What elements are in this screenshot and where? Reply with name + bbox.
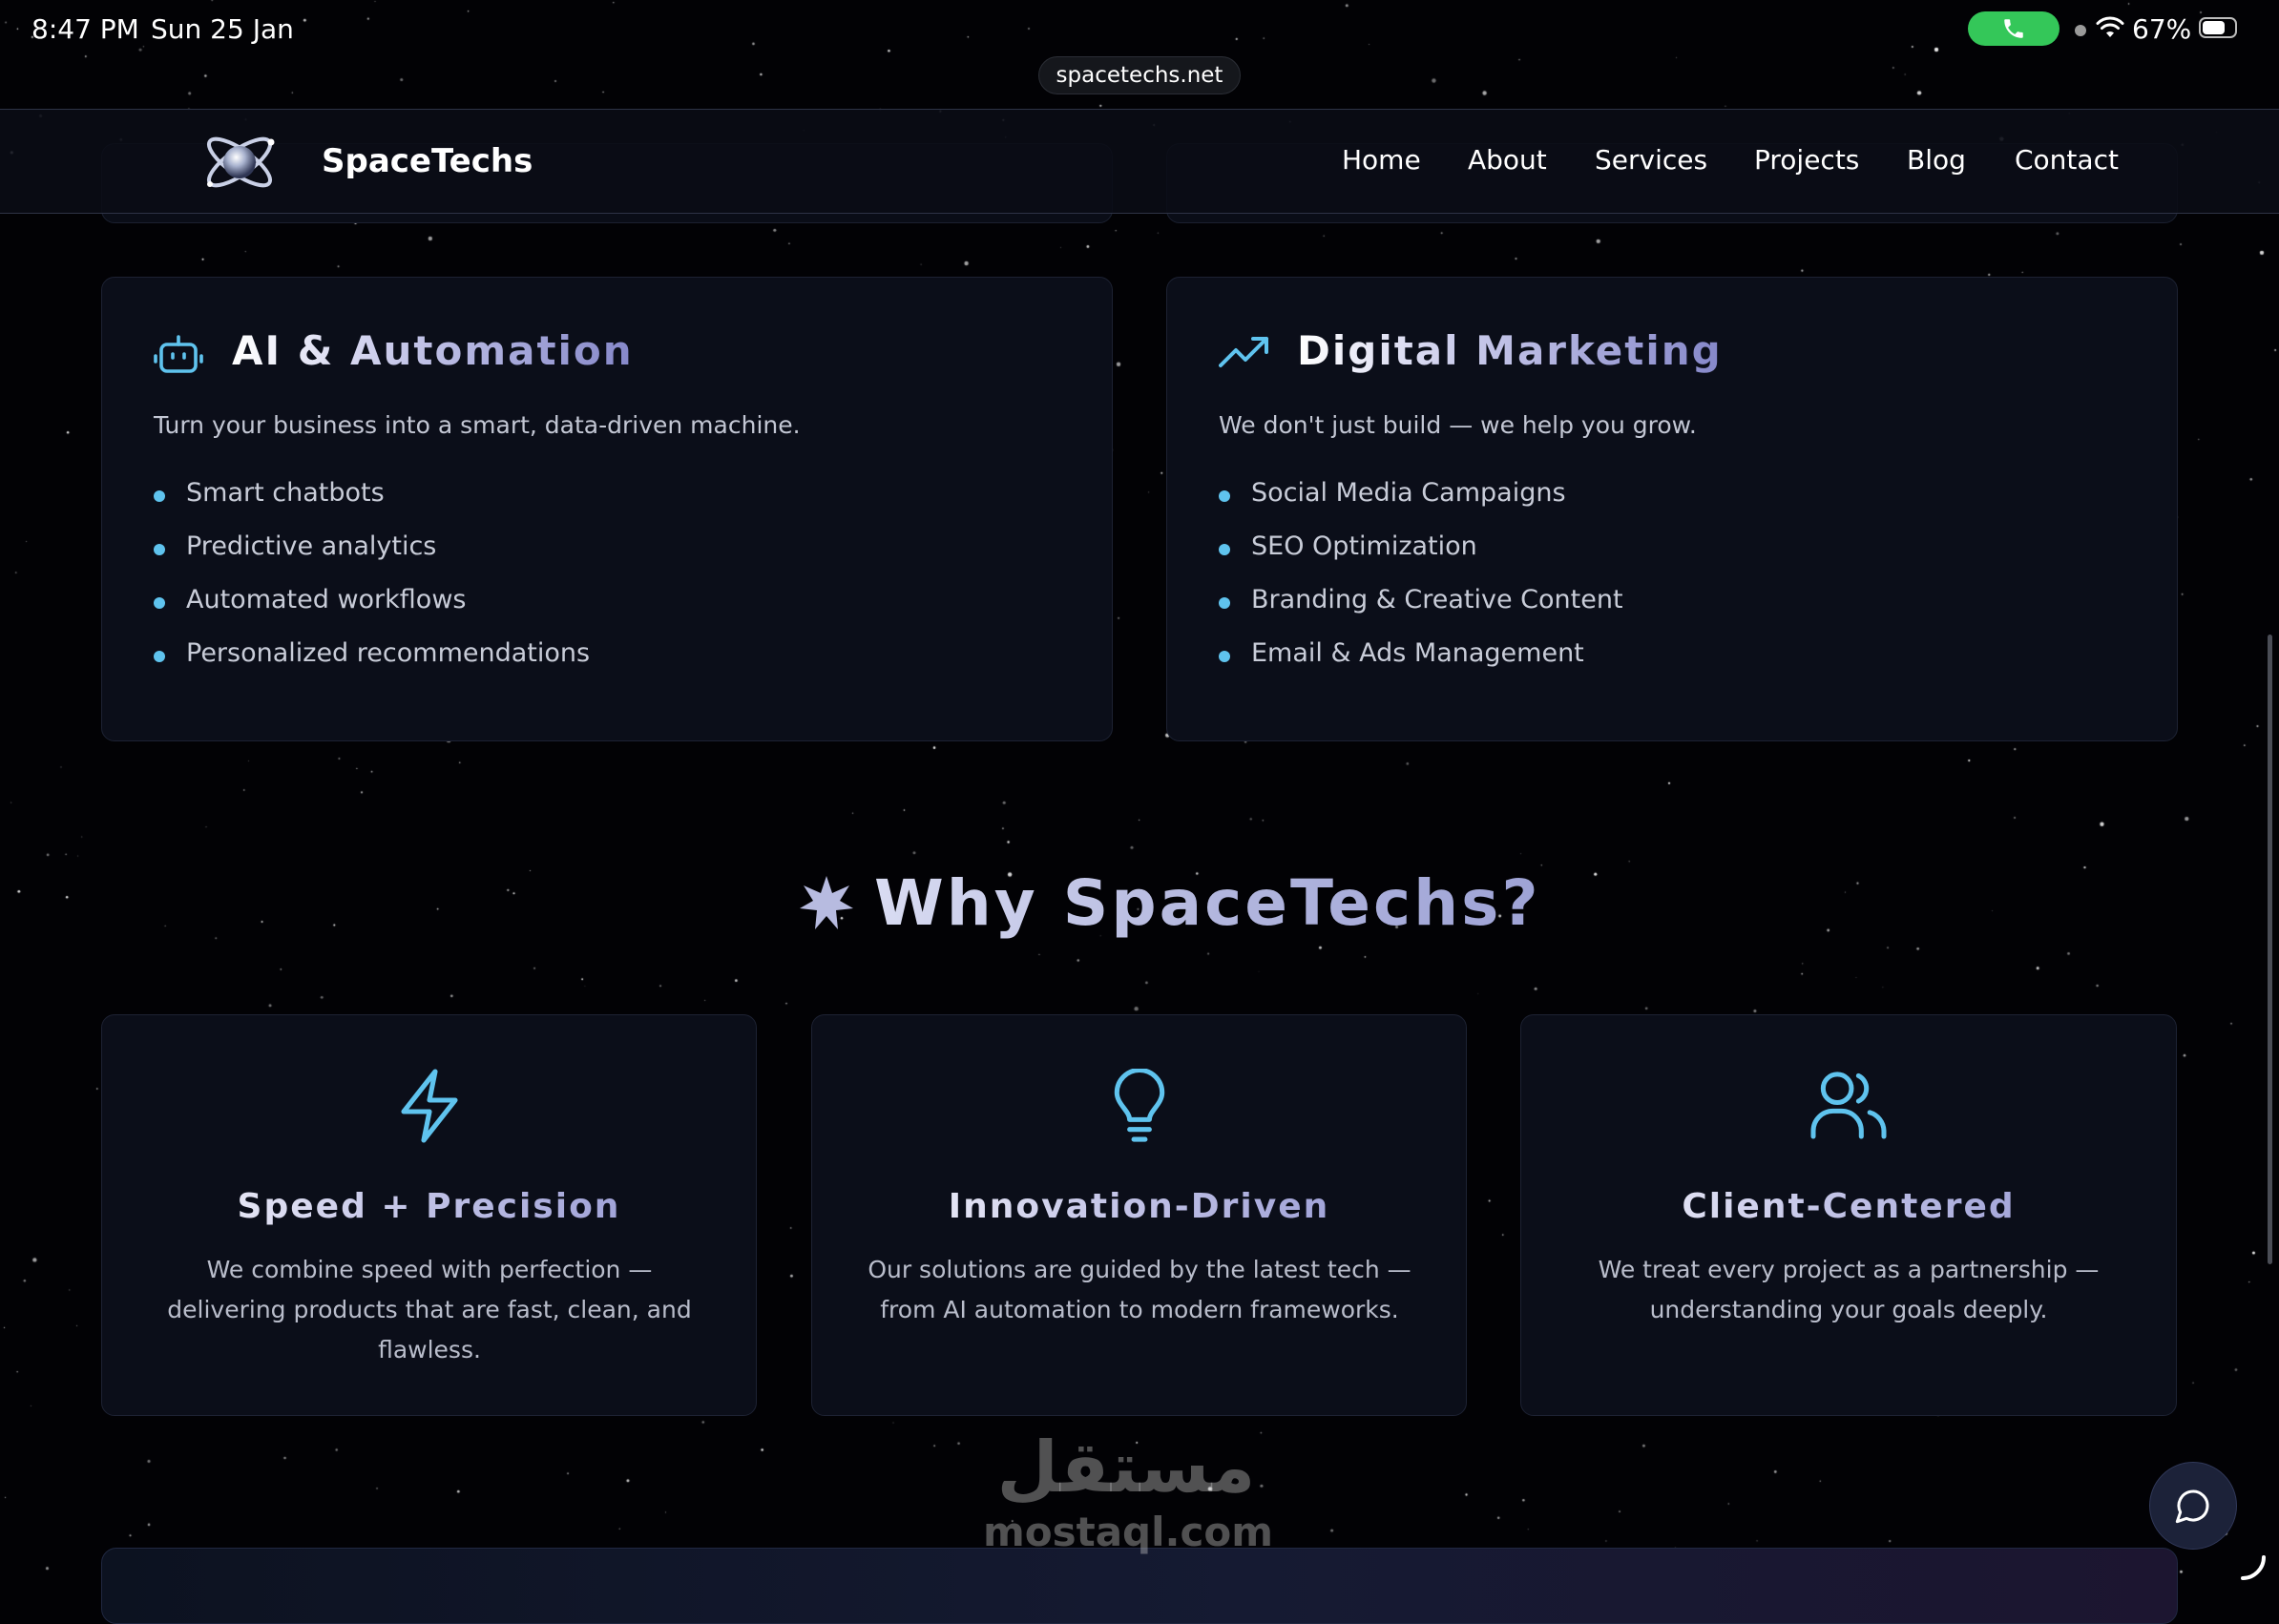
robot-icon bbox=[154, 335, 203, 373]
site-navbar: SpaceTechs Home About Services Projects … bbox=[0, 109, 2279, 214]
nav-link-services[interactable]: Services bbox=[1595, 144, 1707, 176]
section-title-why: Why SpaceTechs? bbox=[874, 866, 1541, 940]
watermark: مستقل mostaql.com bbox=[983, 1426, 1273, 1560]
watermark-latin: mostaql.com bbox=[983, 1509, 1273, 1555]
feature-description: We treat every project as a partnership … bbox=[1598, 1256, 2100, 1323]
lightbulb-icon bbox=[1114, 1069, 1164, 1142]
sparkle-icon bbox=[800, 876, 853, 929]
url-bar[interactable]: spacetechs.net bbox=[1038, 56, 1241, 94]
nav-link-projects[interactable]: Projects bbox=[1754, 144, 1859, 176]
service-title: AI & Automation bbox=[232, 327, 634, 374]
wifi-icon bbox=[2096, 16, 2124, 37]
list-item: SEO Optimization bbox=[1219, 531, 1623, 585]
service-title: Digital Marketing bbox=[1297, 327, 1723, 374]
list-item: Automated workflows bbox=[154, 585, 590, 638]
nav-link-about[interactable]: About bbox=[1468, 144, 1547, 176]
feature-card-innovation: Innovation-Driven Our solutions are guid… bbox=[811, 1014, 1467, 1416]
nav-link-blog[interactable]: Blog bbox=[1907, 144, 1966, 176]
list-item: Email & Ads Management bbox=[1219, 638, 1623, 692]
battery-percentage: 67% bbox=[2132, 13, 2192, 45]
logo-atom-icon bbox=[206, 136, 275, 188]
chat-bubble-icon bbox=[2175, 1489, 2209, 1524]
status-date: Sun 25 Jan bbox=[151, 13, 294, 45]
feature-description: Our solutions are guided by the latest t… bbox=[868, 1256, 1411, 1323]
feature-title: Innovation-Driven bbox=[812, 1187, 1466, 1226]
scrollbar[interactable] bbox=[2268, 635, 2272, 1264]
feature-card-speed: Speed + Precision We combine speed with … bbox=[101, 1014, 757, 1416]
service-feature-list: Social Media Campaigns SEO Optimization … bbox=[1219, 478, 1623, 692]
service-card-digital-marketing: Digital Marketing We don't just build — … bbox=[1166, 277, 2178, 741]
users-icon bbox=[1810, 1072, 1887, 1139]
service-description: We don't just build — we help you grow. bbox=[1219, 411, 1697, 439]
lightning-icon bbox=[400, 1069, 458, 1143]
list-item: Personalized recommendations bbox=[154, 638, 590, 692]
chat-button[interactable] bbox=[2149, 1462, 2237, 1550]
brand-name[interactable]: SpaceTechs bbox=[322, 142, 533, 180]
list-item: Smart chatbots bbox=[154, 478, 590, 531]
feature-title: Speed + Precision bbox=[102, 1187, 756, 1226]
trending-up-icon bbox=[1219, 337, 1268, 367]
status-time: 8:47 PM bbox=[31, 13, 139, 45]
service-card-ai-automation: AI & Automation Turn your business into … bbox=[101, 277, 1113, 741]
battery-level bbox=[2203, 21, 2225, 34]
battery-icon bbox=[2199, 17, 2237, 38]
feature-card-client: Client-Centered We treat every project a… bbox=[1520, 1014, 2177, 1416]
service-feature-list: Smart chatbots Predictive analytics Auto… bbox=[154, 478, 590, 692]
list-item: Social Media Campaigns bbox=[1219, 478, 1623, 531]
phone-icon bbox=[2004, 19, 2023, 38]
status-bar: 8:47 PM Sun 25 Jan 67% bbox=[0, 0, 2279, 61]
active-call-pill[interactable] bbox=[1968, 11, 2059, 46]
privacy-dot bbox=[2075, 25, 2086, 36]
nav-link-contact[interactable]: Contact bbox=[2015, 144, 2119, 176]
service-description: Turn your business into a smart, data-dr… bbox=[154, 411, 801, 439]
resize-corner-icon bbox=[2241, 1555, 2266, 1580]
feature-title: Client-Centered bbox=[1521, 1187, 2176, 1226]
list-item: Predictive analytics bbox=[154, 531, 590, 585]
feature-description: We combine speed with perfection — deliv… bbox=[167, 1256, 692, 1364]
list-item: Branding & Creative Content bbox=[1219, 585, 1623, 638]
watermark-arabic: مستقل bbox=[996, 1426, 1256, 1509]
nav-link-home[interactable]: Home bbox=[1342, 144, 1421, 176]
